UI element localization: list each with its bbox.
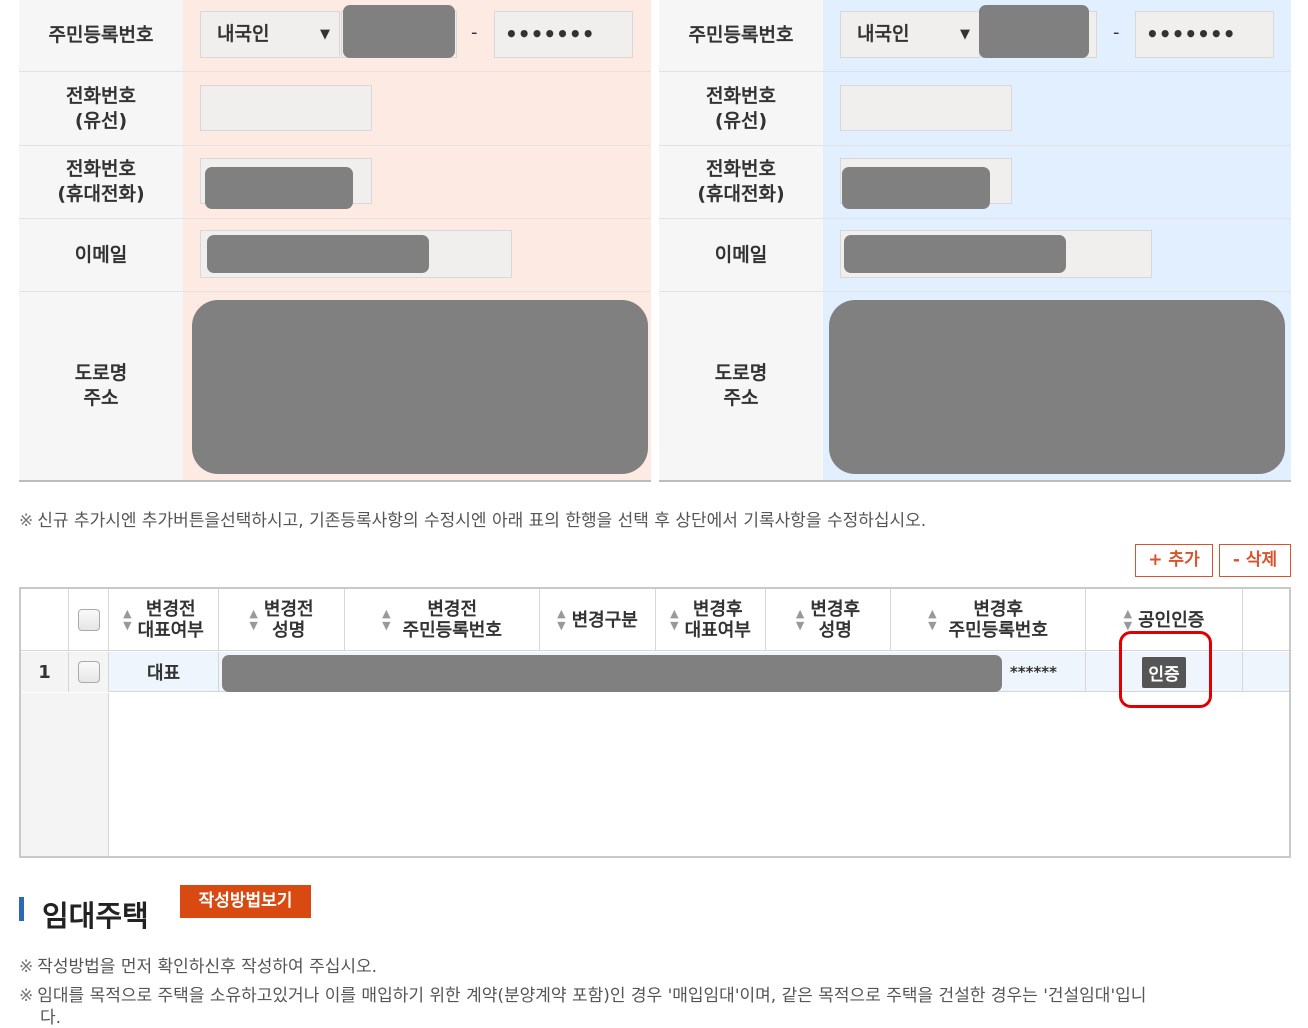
row-number-header	[21, 589, 69, 651]
address-row: 도로명 주소	[659, 292, 1291, 482]
row-checkbox[interactable]	[77, 661, 100, 683]
redacted-rrn-front	[979, 5, 1089, 58]
rrn-back-input[interactable]: •••••••	[494, 11, 633, 58]
highlight-annotation	[1119, 631, 1212, 708]
email-row: 이메일	[19, 219, 651, 292]
mobile-label: 전화번호 (휴대전화)	[19, 146, 183, 218]
col-after-rrn[interactable]: ▲ ▼ 변경후 주민등록번호	[891, 589, 1086, 651]
phone-input[interactable]	[840, 85, 1012, 131]
col-after-name[interactable]: ▲ ▼ 변경후 성명	[766, 589, 891, 651]
sort-icon: ▲ ▼	[795, 607, 805, 632]
empty-row-area	[21, 693, 109, 856]
phone-row: 전화번호 (유선)	[659, 72, 1291, 146]
dropdown-arrow-icon: ▼	[320, 27, 330, 42]
email-row: 이메일	[659, 219, 1291, 292]
nationality-select[interactable]: 내국인 ▼	[840, 11, 980, 58]
row-number: 1	[21, 652, 69, 692]
col-before-rep[interactable]: ▲ ▼ 변경전 대표여부	[109, 589, 219, 651]
rrn-row: 주민등록번호 내국인 ▼ - •••••••	[19, 0, 651, 72]
rrn-label: 주민등록번호	[659, 0, 823, 71]
change-history-grid: ▲ ▼ 변경전 대표여부 ▲ ▼ 변경전 성명 ▲ ▼ 변경전 주민등록번호 ▲ ▼ 변경구분 …	[19, 587, 1291, 858]
address-row: 도로명 주소	[19, 292, 651, 482]
add-button[interactable]: + 추가	[1135, 544, 1213, 577]
address-label: 도로명 주소	[659, 292, 823, 480]
col-after-rep[interactable]: ▲ ▼ 변경후 대표여부	[656, 589, 766, 651]
col-change-type[interactable]: ▲ ▼ 변경구분	[540, 589, 656, 651]
redacted-email	[207, 235, 429, 273]
redacted-address	[192, 300, 648, 474]
mobile-row: 전화번호 (휴대전화)	[659, 146, 1291, 219]
col-before-rrn[interactable]: ▲ ▼ 변경전 주민등록번호	[345, 589, 540, 651]
sort-icon: ▲ ▼	[670, 607, 679, 632]
table-row[interactable]: 1 대표 ****** 인증	[21, 652, 1289, 692]
sort-icon: ▲ ▼	[557, 607, 566, 632]
left-person-form: 주민등록번호 내국인 ▼ - ••••••• 전화번호 (유선) 전화번호 (휴…	[19, 0, 651, 482]
rrn-label: 주민등록번호	[19, 0, 183, 71]
redacted-rrn-front	[343, 5, 455, 58]
redacted-mobile	[205, 167, 353, 209]
section-note-2-cont: 다.	[40, 1008, 62, 1028]
email-label: 이메일	[19, 219, 183, 291]
rrn-row: 주민등록번호 내국인 ▼ - •••••••	[659, 0, 1291, 72]
mobile-label: 전화번호 (휴대전화)	[659, 146, 823, 218]
redacted-email	[844, 235, 1066, 273]
phone-label: 전화번호 (유선)	[19, 72, 183, 145]
nationality-select[interactable]: 내국인 ▼	[200, 11, 340, 58]
sort-icon: ▲ ▼	[249, 607, 258, 632]
phone-label: 전화번호 (유선)	[659, 72, 823, 145]
dropdown-arrow-icon: ▼	[960, 27, 970, 42]
delete-button[interactable]: - 삭제	[1219, 544, 1291, 577]
section-bar	[19, 897, 24, 921]
redacted-mobile	[842, 167, 990, 209]
section-title: 임대주택	[42, 899, 149, 933]
mobile-row: 전화번호 (휴대전화)	[19, 146, 651, 219]
right-person-form: 주민등록번호 내국인 ▼ - ••••••• 전화번호 (유선) 전화번호 (휴…	[659, 0, 1291, 482]
section-note-1: ※ 작성방법을 먼저 확인하신후 작성하여 주십시오.	[19, 957, 378, 977]
sort-icon: ▲ ▼	[382, 607, 391, 632]
rrn-separator: -	[471, 22, 478, 43]
address-label: 도로명 주소	[19, 292, 183, 480]
redacted-address	[829, 300, 1285, 474]
sort-icon: ▲ ▼	[1123, 607, 1133, 632]
grid-header: ▲ ▼ 변경전 대표여부 ▲ ▼ 변경전 성명 ▲ ▼ 변경전 주민등록번호 ▲ ▼ 변경구분 …	[21, 589, 1289, 651]
email-label: 이메일	[659, 219, 823, 291]
sort-icon: ▲ ▼	[123, 607, 132, 632]
row-checkbox-cell	[69, 652, 109, 692]
rrn-separator: -	[1113, 22, 1120, 43]
col-before-name[interactable]: ▲ ▼ 변경전 성명	[219, 589, 345, 651]
section-note-2: ※ 임대를 목적으로 주택을 소유하고있거나 이를 매입하기 위한 계약(분양계약…	[19, 986, 1147, 1006]
edit-instructions: ※ 신규 추가시엔 추가버튼을선택하시고, 기존등록사항의 수정시엔 아래 표의 …	[19, 511, 927, 531]
select-all-checkbox[interactable]	[77, 609, 100, 631]
guide-button[interactable]: 작성방법보기	[180, 885, 311, 918]
select-all-header	[69, 589, 109, 651]
sort-icon: ▲ ▼	[928, 607, 937, 632]
redacted-row-data	[222, 655, 1002, 692]
phone-row: 전화번호 (유선)	[19, 72, 651, 146]
phone-input[interactable]	[200, 85, 372, 131]
before-rep-cell: 대표	[109, 652, 219, 692]
rrn-back-input[interactable]: •••••••	[1135, 11, 1274, 58]
